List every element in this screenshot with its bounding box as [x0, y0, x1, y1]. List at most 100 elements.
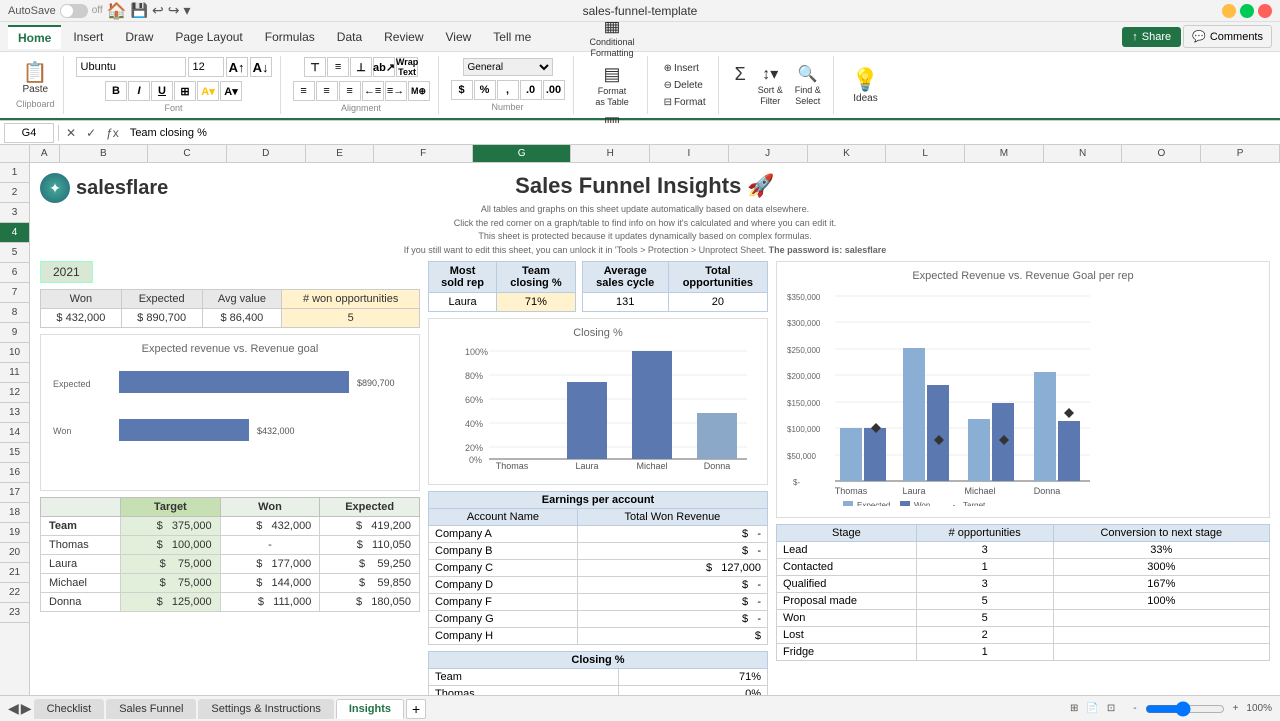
col-header-i[interactable]: I: [650, 145, 729, 162]
autosave-toggle[interactable]: [60, 4, 88, 18]
format-cells-button[interactable]: ⊟ Format: [660, 95, 710, 110]
row-17[interactable]: 17: [0, 483, 29, 503]
number-format-select[interactable]: General: [463, 58, 553, 76]
redo-icon[interactable]: ↪: [168, 2, 180, 19]
align-left-button[interactable]: ≡: [293, 81, 315, 101]
row-23[interactable]: 23: [0, 603, 29, 623]
fill-color-button[interactable]: A▾: [197, 81, 219, 101]
bold-button[interactable]: B: [105, 81, 127, 101]
col-header-k[interactable]: K: [808, 145, 887, 162]
row-15[interactable]: 15: [0, 443, 29, 463]
year-selector[interactable]: 2021: [40, 261, 93, 283]
paste-button[interactable]: 📋 Paste: [18, 61, 52, 97]
tab-view[interactable]: View: [436, 26, 482, 48]
col-header-h[interactable]: H: [571, 145, 650, 162]
row-13[interactable]: 13: [0, 403, 29, 423]
decrease-font-button[interactable]: A↓: [250, 57, 272, 77]
col-header-l[interactable]: L: [886, 145, 965, 162]
align-top-button[interactable]: ⊤: [304, 57, 326, 77]
row-19[interactable]: 19: [0, 523, 29, 543]
tab-draw[interactable]: Draw: [115, 26, 163, 48]
font-color-button[interactable]: A▾: [220, 81, 242, 101]
tab-page-layout[interactable]: Page Layout: [165, 26, 252, 48]
comma-button[interactable]: ,: [497, 80, 519, 100]
save-icon[interactable]: 💾: [131, 2, 148, 19]
align-bottom-button[interactable]: ⊥: [350, 57, 372, 77]
find-select-button[interactable]: 🔍 Find & Select: [791, 62, 825, 108]
nav-right-button[interactable]: ▶: [21, 700, 32, 717]
decimal-decrease-button[interactable]: .0: [520, 80, 542, 100]
tab-formulas[interactable]: Formulas: [255, 26, 325, 48]
row-4[interactable]: 4: [0, 223, 29, 243]
cell-reference-input[interactable]: [4, 123, 54, 143]
format-table-button[interactable]: ▤ Format as Table: [591, 62, 632, 109]
col-header-d[interactable]: D: [227, 145, 306, 162]
tab-home[interactable]: Home: [8, 25, 61, 49]
row-2[interactable]: 2: [0, 183, 29, 203]
underline-button[interactable]: U: [151, 81, 173, 101]
wrap-text-button[interactable]: Wrap Text: [396, 57, 418, 77]
insert-function-icon[interactable]: ƒx: [103, 125, 122, 141]
sort-filter-button[interactable]: ↕▾ Sort & Filter: [754, 62, 787, 108]
row-18[interactable]: 18: [0, 503, 29, 523]
col-header-c[interactable]: C: [148, 145, 227, 162]
zoom-plus[interactable]: +: [1233, 703, 1239, 714]
sum-button[interactable]: Σ: [731, 62, 750, 108]
row-12[interactable]: 12: [0, 383, 29, 403]
align-right-button[interactable]: ≡: [339, 81, 361, 101]
insert-cells-button[interactable]: ⊕ Insert: [660, 61, 710, 76]
formula-input[interactable]: [126, 123, 1276, 143]
autosave-control[interactable]: AutoSave off: [8, 4, 103, 18]
align-center-button[interactable]: ≡: [316, 81, 338, 101]
col-header-p[interactable]: P: [1201, 145, 1280, 162]
sheet-tab-insights[interactable]: Insights: [336, 699, 404, 719]
percent-button[interactable]: %: [474, 80, 496, 100]
col-header-f[interactable]: F: [374, 145, 472, 162]
row-16[interactable]: 16: [0, 463, 29, 483]
undo-icon[interactable]: ↩: [152, 2, 164, 19]
row-9[interactable]: 9: [0, 323, 29, 343]
zoom-slider[interactable]: [1145, 704, 1225, 714]
border-button[interactable]: ⊞: [174, 81, 196, 101]
row-8[interactable]: 8: [0, 303, 29, 323]
row-7[interactable]: 7: [0, 283, 29, 303]
zoom-minus[interactable]: -: [1133, 703, 1136, 714]
row-14[interactable]: 14: [0, 423, 29, 443]
tab-review[interactable]: Review: [374, 26, 433, 48]
row-11[interactable]: 11: [0, 363, 29, 383]
row-1[interactable]: 1: [0, 163, 29, 183]
col-header-g[interactable]: G: [473, 145, 571, 162]
share-button[interactable]: ↑ Share: [1122, 27, 1181, 47]
row-21[interactable]: 21: [0, 563, 29, 583]
row-10[interactable]: 10: [0, 343, 29, 363]
italic-button[interactable]: I: [128, 81, 150, 101]
delete-cells-button[interactable]: ⊖ Delete: [660, 78, 710, 93]
font-size-input[interactable]: [188, 57, 224, 77]
col-header-a[interactable]: A: [30, 145, 60, 162]
row-6[interactable]: 6: [0, 263, 29, 283]
row-22[interactable]: 22: [0, 583, 29, 603]
col-header-m[interactable]: M: [965, 145, 1044, 162]
row-5[interactable]: 5: [0, 243, 29, 263]
col-header-n[interactable]: N: [1044, 145, 1123, 162]
merge-center-button[interactable]: M⊕: [408, 81, 430, 101]
home-icon[interactable]: 🏠: [107, 1, 127, 21]
increase-font-button[interactable]: A↑: [226, 57, 248, 77]
maximize-button[interactable]: [1240, 4, 1254, 18]
sheet-tab-sales-funnel[interactable]: Sales Funnel: [106, 699, 196, 719]
row-20[interactable]: 20: [0, 543, 29, 563]
col-header-e[interactable]: E: [306, 145, 375, 162]
sheet-content[interactable]: ✦ salesflare Sales Funnel Insights 🚀 All…: [30, 163, 1280, 695]
decimal-increase-button[interactable]: .00: [543, 80, 565, 100]
tab-insert[interactable]: Insert: [63, 26, 113, 48]
nav-left-button[interactable]: ◀: [8, 700, 19, 717]
tab-tell-me[interactable]: Tell me: [483, 26, 541, 48]
minimize-button[interactable]: [1222, 4, 1236, 18]
close-button[interactable]: [1258, 4, 1272, 18]
align-middle-button[interactable]: ≡: [327, 57, 349, 77]
select-all-corner[interactable]: [0, 145, 30, 162]
comments-button[interactable]: 💬 Comments: [1183, 25, 1272, 48]
tab-data[interactable]: Data: [327, 26, 372, 48]
add-sheet-button[interactable]: +: [406, 699, 426, 719]
currency-button[interactable]: $: [451, 80, 473, 100]
